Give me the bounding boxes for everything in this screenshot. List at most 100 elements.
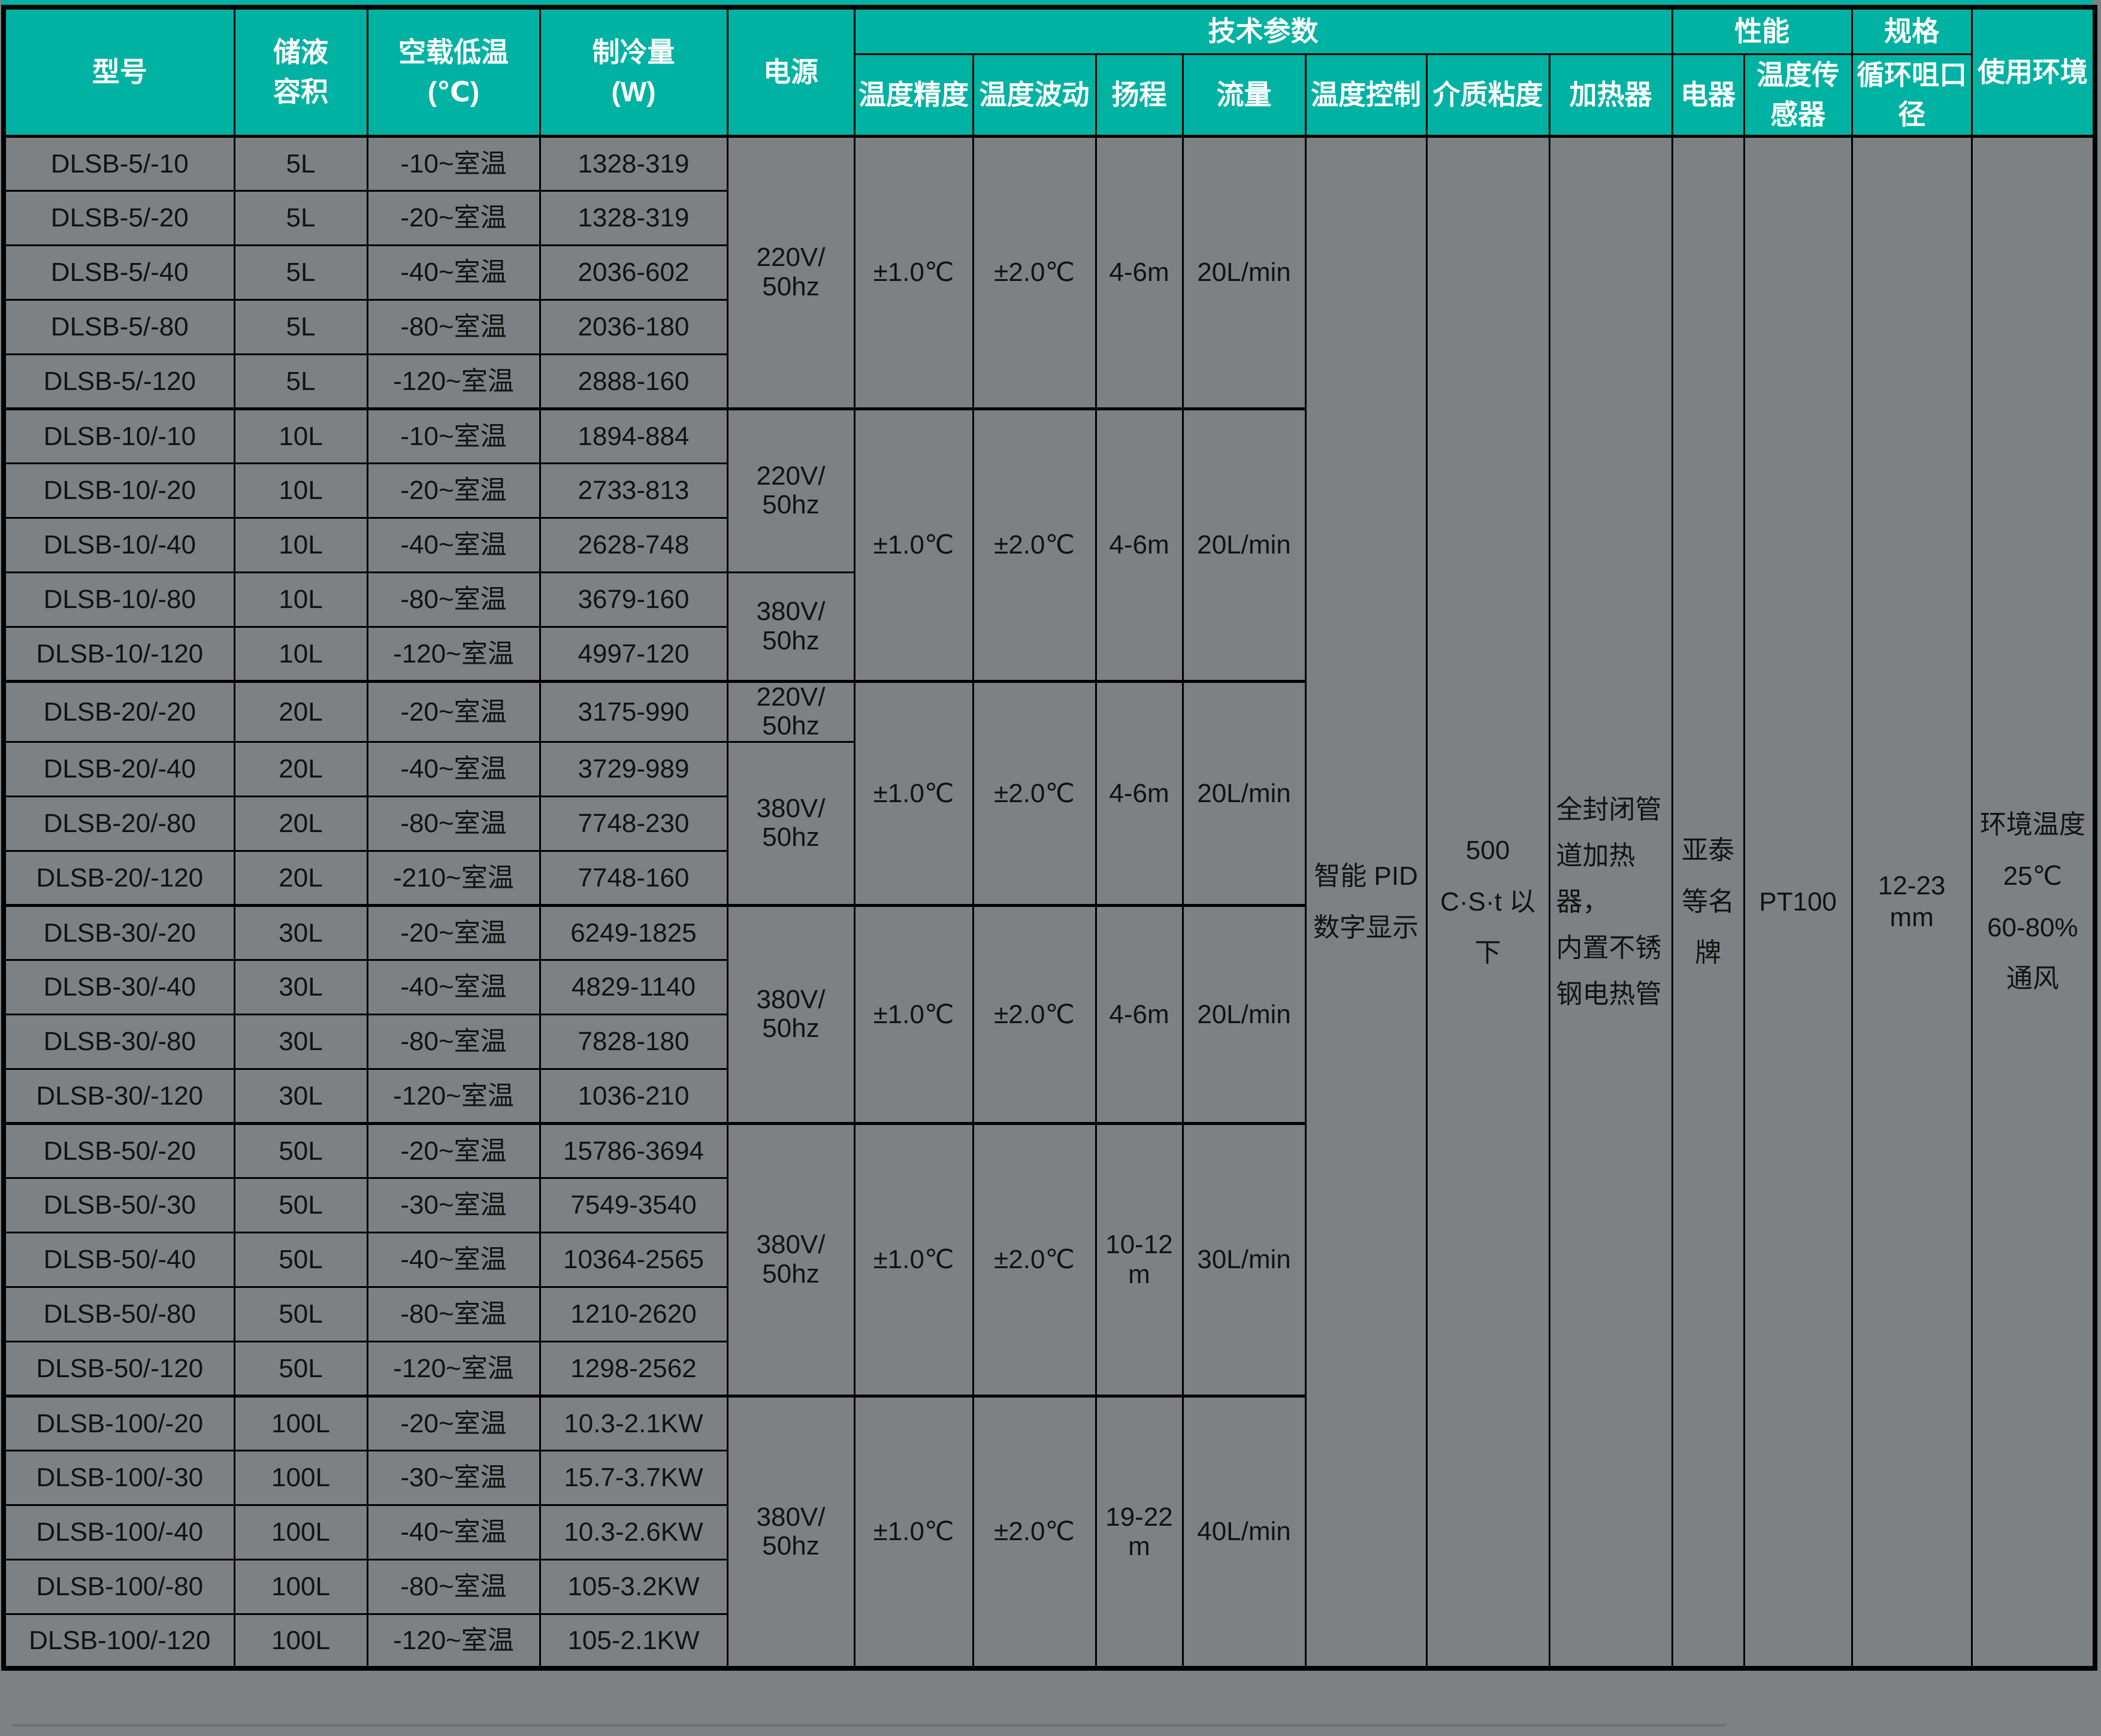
cooling-cell: 10364-2565 xyxy=(540,1232,727,1287)
volume-cell: 20L xyxy=(234,796,367,851)
viscosity-cell: 500 C·S·t 以下 xyxy=(1426,136,1549,1668)
table-body: DLSB-5/-105L-10~室温1328-319220V/ 50hz±1.0… xyxy=(4,136,2095,1668)
page-background: { "colors": { "header_teal": "#00b2a2", … xyxy=(0,0,2101,1736)
temp-range-cell: -80~室温 xyxy=(367,1287,540,1341)
volume-cell: 30L xyxy=(234,1014,367,1069)
volume-cell: 5L xyxy=(234,300,367,354)
group-header-tech-params: 技术参数 xyxy=(854,7,1672,54)
temp-range-cell: -40~室温 xyxy=(367,1505,540,1559)
cooling-cell: 7748-160 xyxy=(540,851,727,905)
volume-cell: 20L xyxy=(234,742,367,796)
model-cell: DLSB-30/-120 xyxy=(4,1069,234,1123)
model-cell: DLSB-5/-80 xyxy=(4,300,234,354)
temp-control-cell: 智能 PID 数字显示 xyxy=(1305,136,1426,1668)
col-header-precision: 温度精度 xyxy=(854,54,973,136)
temp-range-cell: -20~室温 xyxy=(367,190,540,245)
model-cell: DLSB-20/-40 xyxy=(4,742,234,796)
model-cell: DLSB-5/-20 xyxy=(4,190,234,245)
volume-cell: 50L xyxy=(234,1287,367,1341)
bottom-divider-line xyxy=(12,1724,1727,1726)
col-header-lift: 扬程 xyxy=(1096,54,1183,136)
power-cell: 220V/ 50hz xyxy=(727,409,854,572)
temp-range-cell: -40~室温 xyxy=(367,742,540,796)
temp-range-cell: -10~室温 xyxy=(367,409,540,463)
precision-cell: ±1.0℃ xyxy=(854,1123,973,1396)
cooling-cell: 10.3-2.1KW xyxy=(540,1396,727,1450)
volume-cell: 50L xyxy=(234,1232,367,1287)
power-cell: 380V/ 50hz xyxy=(727,572,854,681)
lift-cell: 19-22 m xyxy=(1096,1396,1183,1668)
volume-cell: 50L xyxy=(234,1341,367,1396)
col-header-model: 型号 xyxy=(4,7,234,136)
cooling-cell: 1328-319 xyxy=(540,190,727,245)
volume-cell: 10L xyxy=(234,627,367,681)
volume-cell: 10L xyxy=(234,409,367,463)
col-header-sensor: 温度传 感器 xyxy=(1744,54,1852,136)
temp-range-cell: -80~室温 xyxy=(367,1014,540,1069)
lift-cell: 4-6m xyxy=(1096,136,1183,409)
group-header-performance: 性能 xyxy=(1672,7,1852,54)
volume-cell: 10L xyxy=(234,463,367,518)
temp-range-cell: -80~室温 xyxy=(367,300,540,354)
cooling-cell: 105-2.1KW xyxy=(540,1614,727,1668)
flow-cell: 20L/min xyxy=(1183,681,1305,905)
temp-range-cell: -40~室温 xyxy=(367,960,540,1014)
group-header-spec: 规格 xyxy=(1852,7,1972,54)
fluctuation-cell: ±2.0℃ xyxy=(973,136,1096,409)
temp-range-cell: -120~室温 xyxy=(367,1614,540,1668)
temp-range-cell: -20~室温 xyxy=(367,681,540,742)
volume-cell: 5L xyxy=(234,190,367,245)
lift-cell: 10-12 m xyxy=(1096,1123,1183,1396)
col-header-low-temp: 空载低温 (℃) xyxy=(367,7,540,136)
cooling-cell: 10.3-2.6KW xyxy=(540,1505,727,1559)
fluctuation-cell: ±2.0℃ xyxy=(973,409,1096,681)
precision-cell: ±1.0℃ xyxy=(854,136,973,409)
volume-cell: 30L xyxy=(234,960,367,1014)
cooling-cell: 1210-2620 xyxy=(540,1287,727,1341)
cooling-cell: 2628-748 xyxy=(540,518,727,572)
volume-cell: 20L xyxy=(234,681,367,742)
temp-range-cell: -120~室温 xyxy=(367,1069,540,1123)
lift-cell: 4-6m xyxy=(1096,409,1183,681)
top-accent-strip xyxy=(1,0,2093,5)
flow-cell: 20L/min xyxy=(1183,905,1305,1123)
model-cell: DLSB-10/-10 xyxy=(4,409,234,463)
cooling-cell: 1328-319 xyxy=(540,136,727,190)
volume-cell: 5L xyxy=(234,136,367,190)
heater-cell: 全封闭管 道加热 器， 内置不锈 钢电热管 xyxy=(1549,136,1672,1668)
cooling-cell: 2888-160 xyxy=(540,354,727,409)
model-cell: DLSB-10/-120 xyxy=(4,627,234,681)
cooling-cell: 1298-2562 xyxy=(540,1341,727,1396)
cooling-cell: 15.7-3.7KW xyxy=(540,1450,727,1505)
volume-cell: 100L xyxy=(234,1614,367,1668)
col-header-power: 电源 xyxy=(727,7,854,136)
lift-cell: 4-6m xyxy=(1096,681,1183,905)
temp-range-cell: -80~室温 xyxy=(367,572,540,627)
power-cell: 380V/ 50hz xyxy=(727,742,854,905)
col-header-flow: 流量 xyxy=(1183,54,1305,136)
temp-range-cell: -120~室温 xyxy=(367,354,540,409)
nozzle-cell: 12-23 mm xyxy=(1852,136,1972,1668)
cooling-cell: 6249-1825 xyxy=(540,905,727,960)
col-header-environment: 使用环境 xyxy=(1972,7,2095,136)
col-header-temp-control: 温度控制 xyxy=(1305,54,1426,136)
fluctuation-cell: ±2.0℃ xyxy=(973,1123,1096,1396)
table-header: 型号 储液 容积 空载低温 (℃) 制冷量 (W) 电源 技术参数 性能 规格 … xyxy=(4,7,2095,136)
temp-range-cell: -20~室温 xyxy=(367,1123,540,1178)
model-cell: DLSB-100/-40 xyxy=(4,1505,234,1559)
cooling-cell: 3729-989 xyxy=(540,742,727,796)
col-header-volume: 储液 容积 xyxy=(234,7,367,136)
temp-range-cell: -80~室温 xyxy=(367,796,540,851)
volume-cell: 30L xyxy=(234,1069,367,1123)
cooling-cell: 4997-120 xyxy=(540,627,727,681)
environment-cell: 环境温度 25℃ 60-80% 通风 xyxy=(1972,136,2095,1668)
flow-cell: 20L/min xyxy=(1183,136,1305,409)
volume-cell: 100L xyxy=(234,1559,367,1614)
cooling-cell: 1894-884 xyxy=(540,409,727,463)
volume-cell: 10L xyxy=(234,518,367,572)
temp-range-cell: -40~室温 xyxy=(367,518,540,572)
electrical-cell: 亚泰 等名 牌 xyxy=(1672,136,1744,1668)
flow-cell: 30L/min xyxy=(1183,1123,1305,1396)
precision-cell: ±1.0℃ xyxy=(854,681,973,905)
temp-range-cell: -30~室温 xyxy=(367,1178,540,1232)
